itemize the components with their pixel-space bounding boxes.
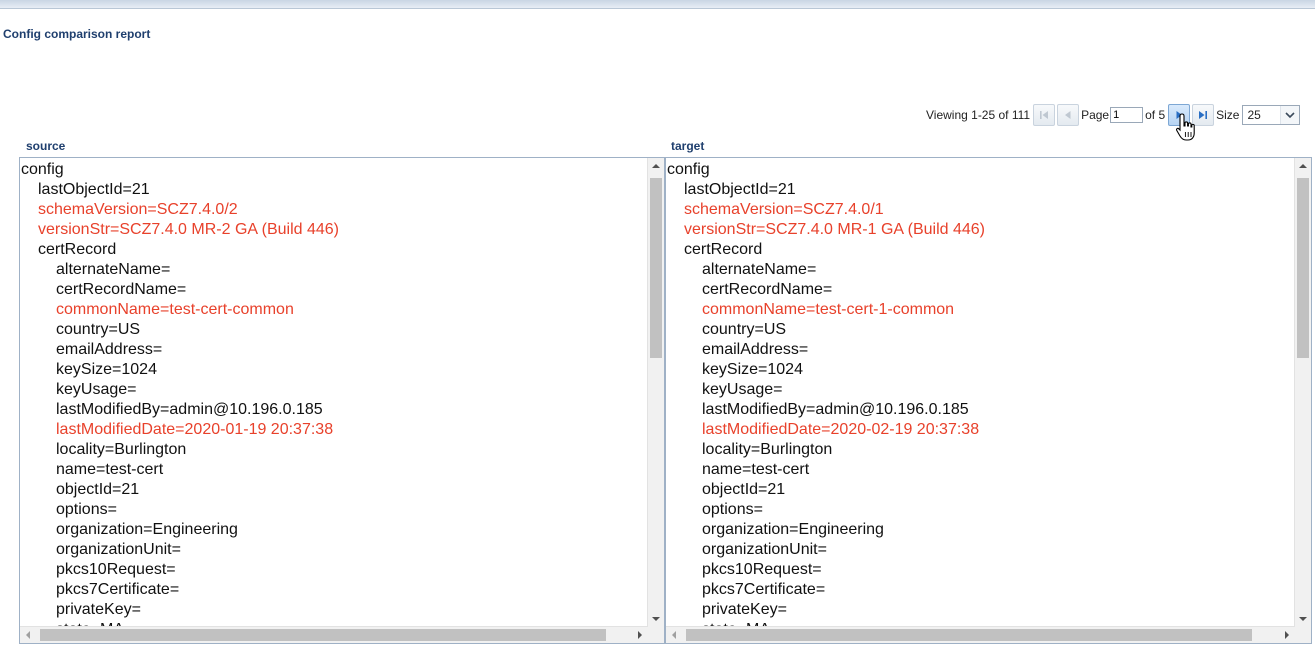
previous-page-button[interactable] [1057,104,1080,126]
window-top-bar [0,0,1315,9]
source-config-tree: config lastObjectId=21 schemaVersion=SCZ7.… [20,158,648,627]
source-panel-title: source [26,139,66,153]
config-line-changed: versionStr=SCZ7.4.0 MR-1 GA (Build 446) [684,221,986,238]
config-line-changed: schemaVersion=SCZ7.4.0/2 [38,201,238,218]
previous-page-icon [1065,111,1071,119]
config-line: objectId=21 [56,481,140,498]
scroll-up-icon[interactable] [1295,158,1311,174]
config-line: organization=Engineering [702,521,884,538]
scrollbar-corner [648,627,664,643]
config-line: emailAddress= [702,341,809,358]
config-line: privateKey= [56,601,141,618]
config-line: organization=Engineering [56,521,238,538]
config-line: lastObjectId=21 [38,181,150,198]
scrollbar-corner [1295,627,1311,643]
config-line: config [667,161,710,178]
config-line-changed: versionStr=SCZ7.4.0 MR-2 GA (Build 446) [38,221,340,238]
page-size-value: 25 [1247,108,1261,122]
scroll-down-icon[interactable] [648,611,664,627]
last-page-button[interactable] [1192,104,1215,126]
target-panel-title: target [671,139,705,153]
size-label: Size [1216,108,1240,122]
pagination-toolbar: Viewing 1-25 of 111 Page of 5 Size 25 [926,104,1301,126]
config-line: pkcs7Certificate= [702,581,826,598]
first-page-button[interactable] [1033,104,1056,126]
config-line: alternateName= [56,261,171,278]
config-line: privateKey= [702,601,787,618]
config-line: keySize=1024 [702,361,803,378]
config-line: keyUsage= [56,381,137,398]
config-line: organizationUnit= [56,541,181,558]
config-line: country=US [702,321,787,338]
source-vertical-scrollbar[interactable] [647,158,664,627]
scroll-right-icon[interactable] [1279,627,1295,643]
scroll-left-icon[interactable] [20,627,36,643]
target-vertical-scrollbar[interactable] [1294,158,1311,627]
chevron-down-icon[interactable] [1280,106,1300,124]
config-line: locality=Burlington [56,441,187,458]
first-page-icon [1040,111,1049,119]
source-vertical-scroll-thumb[interactable] [650,178,662,358]
config-line: certRecord [38,241,117,258]
config-line-changed: schemaVersion=SCZ7.4.0/1 [684,201,884,218]
page-size-select[interactable]: 25 [1242,105,1301,125]
config-line: name=test-cert [702,461,810,478]
target-panel[interactable]: config lastObjectId=21 schemaVersion=SCZ7.… [665,157,1312,644]
next-page-button[interactable] [1168,104,1191,126]
page-label: Page [1081,108,1110,122]
config-line-changed: commonName=test-cert-common [56,301,294,318]
target-vertical-scroll-thumb[interactable] [1297,178,1309,358]
config-line: country=US [56,321,141,338]
scroll-up-icon[interactable] [648,158,664,174]
config-line: keyUsage= [702,381,783,398]
page-count-label: of 5 [1145,108,1166,122]
config-line: lastObjectId=21 [684,181,796,198]
next-page-icon [1176,111,1183,119]
config-line: pkcs7Certificate= [56,581,180,598]
scroll-right-icon[interactable] [632,627,648,643]
config-line: name=test-cert [56,461,164,478]
config-line: organizationUnit= [702,541,827,558]
page-number-input[interactable] [1110,107,1144,123]
target-config-tree: config lastObjectId=21 schemaVersion=SCZ7.… [666,158,1295,627]
config-line: emailAddress= [56,341,163,358]
config-line: options= [56,501,117,518]
config-line-changed: commonName=test-cert-1-common [702,301,955,318]
config-line: options= [702,501,763,518]
config-line: certRecord [684,241,763,258]
target-horizontal-scrollbar[interactable] [666,626,1295,643]
config-line: locality=Burlington [702,441,833,458]
config-line: objectId=21 [702,481,786,498]
last-page-icon [1199,111,1208,119]
config-line: lastModifiedBy=admin@10.196.0.185 [702,401,969,418]
config-line: config [21,161,64,178]
config-line: certRecordName= [56,281,187,298]
config-line: lastModifiedBy=admin@10.196.0.185 [56,401,323,418]
config-line: certRecordName= [702,281,833,298]
scroll-left-icon[interactable] [666,627,682,643]
scroll-down-icon[interactable] [1295,611,1311,627]
page-title: Config comparison report [3,27,151,41]
viewing-range-label: Viewing 1-25 of 111 [926,108,1031,122]
config-line: pkcs10Request= [702,561,822,578]
source-horizontal-scroll-thumb[interactable] [40,629,606,641]
config-line-changed: lastModifiedDate=2020-01-19 20:37:38 [56,421,334,438]
source-panel[interactable]: config lastObjectId=21 schemaVersion=SCZ7.… [19,157,665,644]
source-horizontal-scrollbar[interactable] [20,626,648,643]
config-line: alternateName= [702,261,817,278]
target-horizontal-scroll-thumb[interactable] [686,629,1252,641]
config-line: pkcs10Request= [56,561,176,578]
config-line-changed: lastModifiedDate=2020-02-19 20:37:38 [702,421,980,438]
config-line: keySize=1024 [56,361,157,378]
